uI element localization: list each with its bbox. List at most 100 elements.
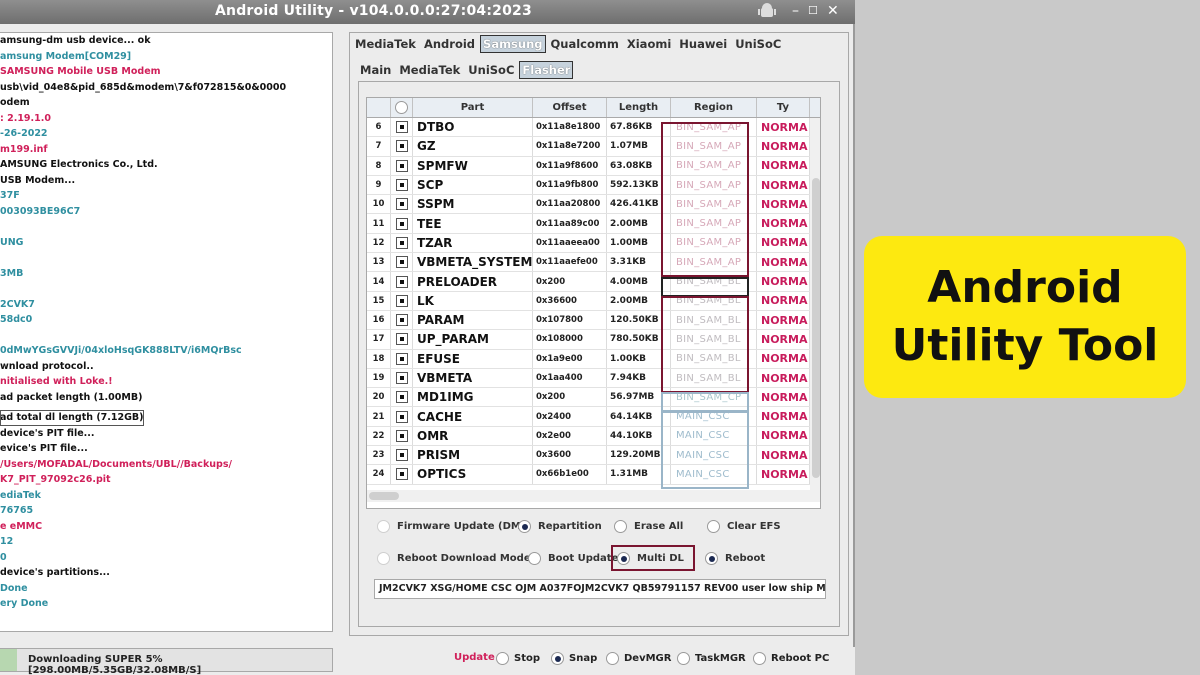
row-checkbox[interactable] xyxy=(391,368,413,388)
table-row[interactable]: 17 UP_PARAM 0x108000 780.50KB BIN_SAM_BL NORM… xyxy=(367,330,810,350)
log-line: ery Done xyxy=(0,598,49,609)
row-checkbox[interactable] xyxy=(391,137,413,156)
tab-xiaomi[interactable]: Xiaomi xyxy=(623,35,675,53)
row-checkbox[interactable] xyxy=(391,156,413,175)
flasher-panel: Part Offset Length Region Ty 6 DTBO 0x11a8e180… xyxy=(358,81,840,627)
partition-length: 1.00KB xyxy=(607,349,671,368)
row-checkbox[interactable] xyxy=(391,272,413,291)
table-row[interactable]: 10 SSPM 0x11aa20800 426.41KB BIN_SAM_AP NORMA xyxy=(367,195,810,215)
row-checkbox[interactable] xyxy=(391,426,413,446)
table-body: 6 DTBO 0x11a8e1800 67.86KB BIN_SAM_AP NORMA 7 G… xyxy=(367,118,810,490)
row-checkbox[interactable] xyxy=(391,175,413,195)
partition-name: OMR xyxy=(413,426,533,446)
table-row[interactable]: 22 OMR 0x2e00 44.10KB MAIN_CSC NORMA xyxy=(367,426,810,447)
subtab-mediatek[interactable]: MediaTek xyxy=(396,61,464,79)
table-row[interactable]: 9 SCP 0x11a9fb800 592.13KB BIN_SAM_AP NORMA xyxy=(367,175,810,196)
row-checkbox[interactable] xyxy=(391,465,413,484)
row-checkbox[interactable] xyxy=(391,407,413,426)
log-line: 58dc0 xyxy=(0,314,33,325)
partition-length: 2.00MB xyxy=(607,291,671,310)
tab-mediatek[interactable]: MediaTek xyxy=(352,35,419,53)
partition-offset: 0x11a9f8600 xyxy=(533,156,607,175)
close-button[interactable]: ✕ xyxy=(827,3,839,19)
promo-line-2: Utility Tool xyxy=(891,320,1159,371)
partition-type: NORMA xyxy=(757,388,810,407)
reboot-option[interactable]: Reboot xyxy=(705,552,765,565)
row-checkbox[interactable] xyxy=(391,446,413,465)
repartition-option[interactable]: Repartition xyxy=(518,520,602,533)
row-checkbox[interactable] xyxy=(391,253,413,272)
devmgr-option[interactable]: DevMGR xyxy=(606,652,671,665)
tab-samsung[interactable]: Samsung xyxy=(480,35,546,53)
partition-length: 1.00MB xyxy=(607,233,671,253)
partition-length: 2.00MB xyxy=(607,214,671,233)
subtab-unisoc[interactable]: UniSoC xyxy=(465,61,518,79)
table-row[interactable]: 6 DTBO 0x11a8e1800 67.86KB BIN_SAM_AP NORMA xyxy=(367,118,810,138)
row-checkbox[interactable] xyxy=(391,214,413,233)
minimize-button[interactable]: – xyxy=(792,3,799,19)
vertical-scrollbar[interactable] xyxy=(810,118,820,502)
partition-offset: 0x11aa89c00 xyxy=(533,214,607,233)
horizontal-scrollbar[interactable] xyxy=(367,490,810,502)
firmware-info-field[interactable]: JM2CVK7 XSG/HOME CSC OJM A037FOJM2CVK7 Q… xyxy=(374,579,826,599)
partition-name: TEE xyxy=(413,214,533,233)
table-row[interactable]: 11 TEE 0x11aa89c00 2.00MB BIN_SAM_AP NORMA xyxy=(367,214,810,234)
partition-length: 63.08KB xyxy=(607,156,671,175)
subtab-flasher[interactable]: Flasher xyxy=(519,61,574,79)
table-row[interactable]: 20 MD1IMG 0x200 56.97MB BIN_SAM_CP NORMA xyxy=(367,388,810,408)
log-line: evice's PIT file... xyxy=(0,443,88,454)
tab-qualcomm[interactable]: Qualcomm xyxy=(547,35,622,53)
table-row[interactable]: 19 VBMETA 0x1aa400 7.94KB BIN_SAM_BL NORMA xyxy=(367,368,810,389)
partition-offset: 0x66b1e00 xyxy=(533,465,607,484)
taskmgr-option[interactable]: TaskMGR xyxy=(677,652,746,665)
row-number: 13 xyxy=(367,253,391,272)
row-checkbox[interactable] xyxy=(391,349,413,368)
table-row[interactable]: 8 SPMFW 0x11a9f8600 63.08KB BIN_SAM_AP NORMA xyxy=(367,156,810,176)
table-row[interactable]: 18 EFUSE 0x1a9e00 1.00KB BIN_SAM_BL NORMA xyxy=(367,349,810,369)
row-number: 7 xyxy=(367,137,391,156)
tab-huawei[interactable]: Huawei xyxy=(676,35,731,53)
table-row[interactable]: 24 OPTICS 0x66b1e00 1.31MB MAIN_CSC NORMA xyxy=(367,465,810,485)
table-row[interactable]: 15 LK 0x36600 2.00MB BIN_SAM_BL NORMA xyxy=(367,291,810,311)
stop-option[interactable]: Stop xyxy=(496,652,540,665)
row-checkbox[interactable] xyxy=(391,118,413,137)
table-row[interactable]: 12 TZAR 0x11aaeea00 1.00MB BIN_SAM_AP NORMA xyxy=(367,233,810,254)
table-row[interactable]: 13 VBMETA_SYSTEM 0x11aaefe00 3.31KB BIN_SAM_… xyxy=(367,253,810,273)
row-number: 23 xyxy=(367,446,391,465)
log-line: wnload protocol.. xyxy=(0,360,94,372)
row-checkbox[interactable] xyxy=(391,195,413,214)
snap-option[interactable]: Snap xyxy=(551,652,597,665)
table-row[interactable]: 21 CACHE 0x2400 64.14KB MAIN_CSC NORMA xyxy=(367,407,810,427)
reboot-pc-option[interactable]: Reboot PC xyxy=(753,652,829,665)
erase-all-option[interactable]: Erase All xyxy=(614,520,683,533)
table-row[interactable]: 14 PRELOADER 0x200 4.00MB BIN_SAM_BL NORMA xyxy=(367,272,810,292)
row-checkbox[interactable] xyxy=(391,388,413,407)
update-link[interactable]: Update xyxy=(454,652,495,663)
row-checkbox[interactable] xyxy=(391,233,413,253)
partition-offset: 0x1aa400 xyxy=(533,368,607,388)
table-row[interactable]: 16 PARAM 0x107800 120.50KB BIN_SAM_BL NORMA xyxy=(367,310,810,331)
partition-type: NORMA xyxy=(757,310,810,330)
row-checkbox[interactable] xyxy=(391,330,413,349)
tab-unisoc[interactable]: UniSoC xyxy=(732,35,785,53)
subtab-main[interactable]: Main xyxy=(357,61,395,79)
log-line: ediaTek xyxy=(0,489,41,501)
partition-offset: 0x11a8e1800 xyxy=(533,118,607,137)
row-checkbox[interactable] xyxy=(391,310,413,330)
row-checkbox[interactable] xyxy=(391,291,413,310)
tab-android[interactable]: Android xyxy=(420,35,479,53)
boot-update-option[interactable]: Boot Update xyxy=(528,552,618,565)
table-row[interactable]: 23 PRISM 0x3600 129.20MB MAIN_CSC NORMA xyxy=(367,446,810,466)
partition-type: NORMA xyxy=(757,253,810,272)
partition-type: NORMA xyxy=(757,426,810,446)
header-select-all[interactable] xyxy=(391,98,413,117)
table-row[interactable]: 7 GZ 0x11a8e7200 1.07MB BIN_SAM_AP NORMA xyxy=(367,137,810,157)
multi-dl-option[interactable]: Multi DL xyxy=(617,552,684,565)
partition-region: BIN_SAM_AP xyxy=(671,233,757,253)
reboot-download-option[interactable]: Reboot Download Mode xyxy=(377,552,531,565)
firmware-update-option[interactable]: Firmware Update (DM) xyxy=(377,520,525,533)
clear-efs-option[interactable]: Clear EFS xyxy=(707,520,781,533)
maximize-button[interactable]: ☐ xyxy=(808,3,818,19)
row-number: 9 xyxy=(367,175,391,195)
